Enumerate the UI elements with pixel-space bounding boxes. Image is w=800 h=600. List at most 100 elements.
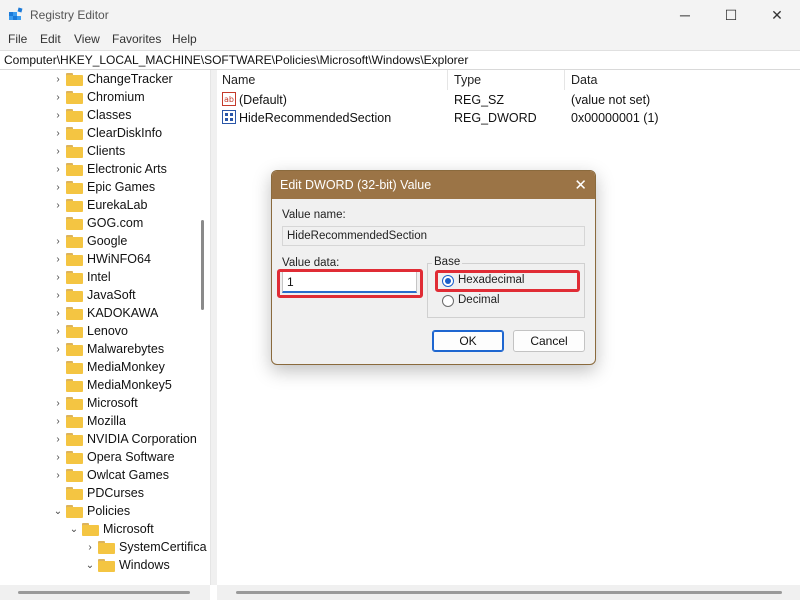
folder-icon [66, 108, 83, 122]
chevron-right-icon[interactable]: › [52, 196, 64, 214]
tree-item[interactable]: › Opera Software [52, 448, 174, 466]
folder-icon [66, 360, 83, 374]
tree-item[interactable]: › EurekaLab [52, 196, 147, 214]
chevron-right-icon[interactable]: › [52, 142, 64, 160]
tree-item[interactable]: › Google [52, 232, 127, 250]
decimal-radio[interactable] [442, 295, 454, 307]
tree-item[interactable]: › Epic Games [52, 178, 155, 196]
dialog-close-icon[interactable]: ✕ [574, 176, 587, 194]
chevron-right-icon[interactable]: › [52, 412, 64, 430]
column-header-name[interactable]: Name [222, 73, 255, 87]
value-name-field[interactable]: HideRecommendedSection [282, 226, 585, 246]
tree-item[interactable]: GOG.com [52, 214, 143, 232]
folder-icon [66, 288, 83, 302]
address-bar[interactable]: Computer\HKEY_LOCAL_MACHINE\SOFTWARE\Pol… [0, 50, 800, 70]
chevron-down-icon[interactable]: ⌄ [52, 502, 64, 520]
folder-icon [66, 468, 83, 482]
tree-item[interactable]: › HWiNFO64 [52, 250, 151, 268]
tree-item[interactable]: › Mozilla [52, 412, 126, 430]
menu-bar: File Edit View Favorites Help [0, 30, 800, 50]
folder-icon [66, 504, 83, 518]
chevron-right-icon[interactable]: › [52, 106, 64, 124]
key-tree[interactable]: › ChangeTracker › Chromium › Classes › Clear… [0, 70, 210, 585]
chevron-right-icon[interactable]: › [52, 160, 64, 178]
column-divider[interactable] [447, 70, 448, 90]
tree-item[interactable]: › SystemCertifica [84, 538, 206, 556]
tree-item[interactable]: › ChangeTracker [52, 70, 172, 88]
value-name-label: Value name: [282, 209, 346, 221]
chevron-right-icon[interactable]: › [52, 250, 64, 268]
folder-icon [66, 414, 83, 428]
folder-icon [66, 324, 83, 338]
decimal-label[interactable]: Decimal [458, 294, 500, 306]
tree-item[interactable]: › Malwarebytes [52, 340, 164, 358]
column-header-type[interactable]: Type [454, 73, 481, 87]
tree-item[interactable]: ⌄ Policies [52, 502, 130, 520]
menu-help[interactable]: Help [172, 32, 197, 46]
chevron-right-icon[interactable]: › [52, 268, 64, 286]
value-data-label: Value data: [282, 257, 340, 269]
registry-editor-icon [9, 7, 23, 20]
dialog-title-bar[interactable]: Edit DWORD (32-bit) Value ✕ [272, 171, 595, 199]
chevron-right-icon[interactable]: › [52, 286, 64, 304]
close-button[interactable]: ✕ [754, 0, 800, 30]
menu-view[interactable]: View [74, 32, 100, 46]
tree-item[interactable]: › Chromium [52, 88, 144, 106]
tree-item[interactable]: › Clients [52, 142, 125, 160]
tree-item[interactable]: › Electronic Arts [52, 160, 167, 178]
menu-favorites[interactable]: Favorites [112, 32, 161, 46]
chevron-right-icon[interactable]: › [52, 232, 64, 250]
highlight-box-value-data [277, 269, 423, 298]
column-divider[interactable] [564, 70, 565, 90]
list-row-name[interactable]: ab (Default) [222, 92, 287, 107]
tree-scrollbar-thumb[interactable] [18, 591, 190, 594]
chevron-down-icon[interactable]: ⌄ [68, 520, 80, 538]
list-row-type: REG_SZ [454, 93, 505, 107]
folder-icon [66, 486, 83, 500]
chevron-down-icon[interactable]: ⌄ [84, 556, 96, 574]
tree-item[interactable]: › Intel [52, 268, 110, 286]
ok-button[interactable]: OK [432, 330, 504, 352]
cancel-button[interactable]: Cancel [513, 330, 585, 352]
column-header-data[interactable]: Data [571, 73, 597, 87]
menu-file[interactable]: File [8, 32, 27, 46]
tree-item[interactable]: › ClearDiskInfo [52, 124, 162, 142]
maximize-button[interactable]: ☐ [708, 0, 754, 30]
tree-item[interactable]: › Classes [52, 106, 131, 124]
tree-item[interactable]: MediaMonkey [52, 358, 165, 376]
tree-item[interactable]: › NVIDIA Corporation [52, 430, 196, 448]
tree-item[interactable]: › Microsoft [52, 394, 137, 412]
chevron-right-icon[interactable]: › [52, 70, 64, 88]
chevron-right-icon[interactable]: › [52, 304, 64, 322]
close-icon: ✕ [771, 6, 783, 23]
list-row-name[interactable]: HideRecommendedSection [222, 110, 391, 125]
tree-scrollbar-thumb[interactable] [201, 220, 204, 310]
chevron-right-icon[interactable]: › [52, 448, 64, 466]
chevron-right-icon[interactable]: › [52, 394, 64, 412]
chevron-right-icon[interactable]: › [52, 88, 64, 106]
list-scrollbar-thumb[interactable] [236, 591, 782, 594]
chevron-right-icon[interactable]: › [52, 178, 64, 196]
tree-item[interactable]: › JavaSoft [52, 286, 135, 304]
tree-item[interactable]: › Lenovo [52, 322, 128, 340]
minimize-button[interactable]: ─ [662, 0, 708, 30]
tree-item[interactable]: ⌄ Microsoft [68, 520, 154, 538]
tree-item[interactable]: MediaMonkey5 [52, 376, 172, 394]
list-row-type: REG_DWORD [454, 111, 537, 125]
menu-edit[interactable]: Edit [40, 32, 61, 46]
chevron-right-icon[interactable]: › [84, 538, 96, 556]
dword-value-icon [222, 110, 236, 124]
list-row-data: 0x00000001 (1) [571, 111, 659, 125]
tree-item[interactable]: › KADOKAWA [52, 304, 158, 322]
chevron-right-icon[interactable]: › [52, 430, 64, 448]
chevron-right-icon[interactable]: › [52, 466, 64, 484]
folder-icon [66, 450, 83, 464]
chevron-right-icon[interactable]: › [52, 340, 64, 358]
tree-item[interactable]: › Owlcat Games [52, 466, 169, 484]
chevron-right-icon[interactable]: › [52, 322, 64, 340]
tree-item[interactable]: PDCurses [52, 484, 144, 502]
chevron-right-icon[interactable]: › [52, 124, 64, 142]
address-path[interactable]: Computer\HKEY_LOCAL_MACHINE\SOFTWARE\Pol… [4, 53, 468, 67]
folder-icon [66, 144, 83, 158]
tree-item[interactable]: ⌄ Windows [84, 556, 170, 574]
